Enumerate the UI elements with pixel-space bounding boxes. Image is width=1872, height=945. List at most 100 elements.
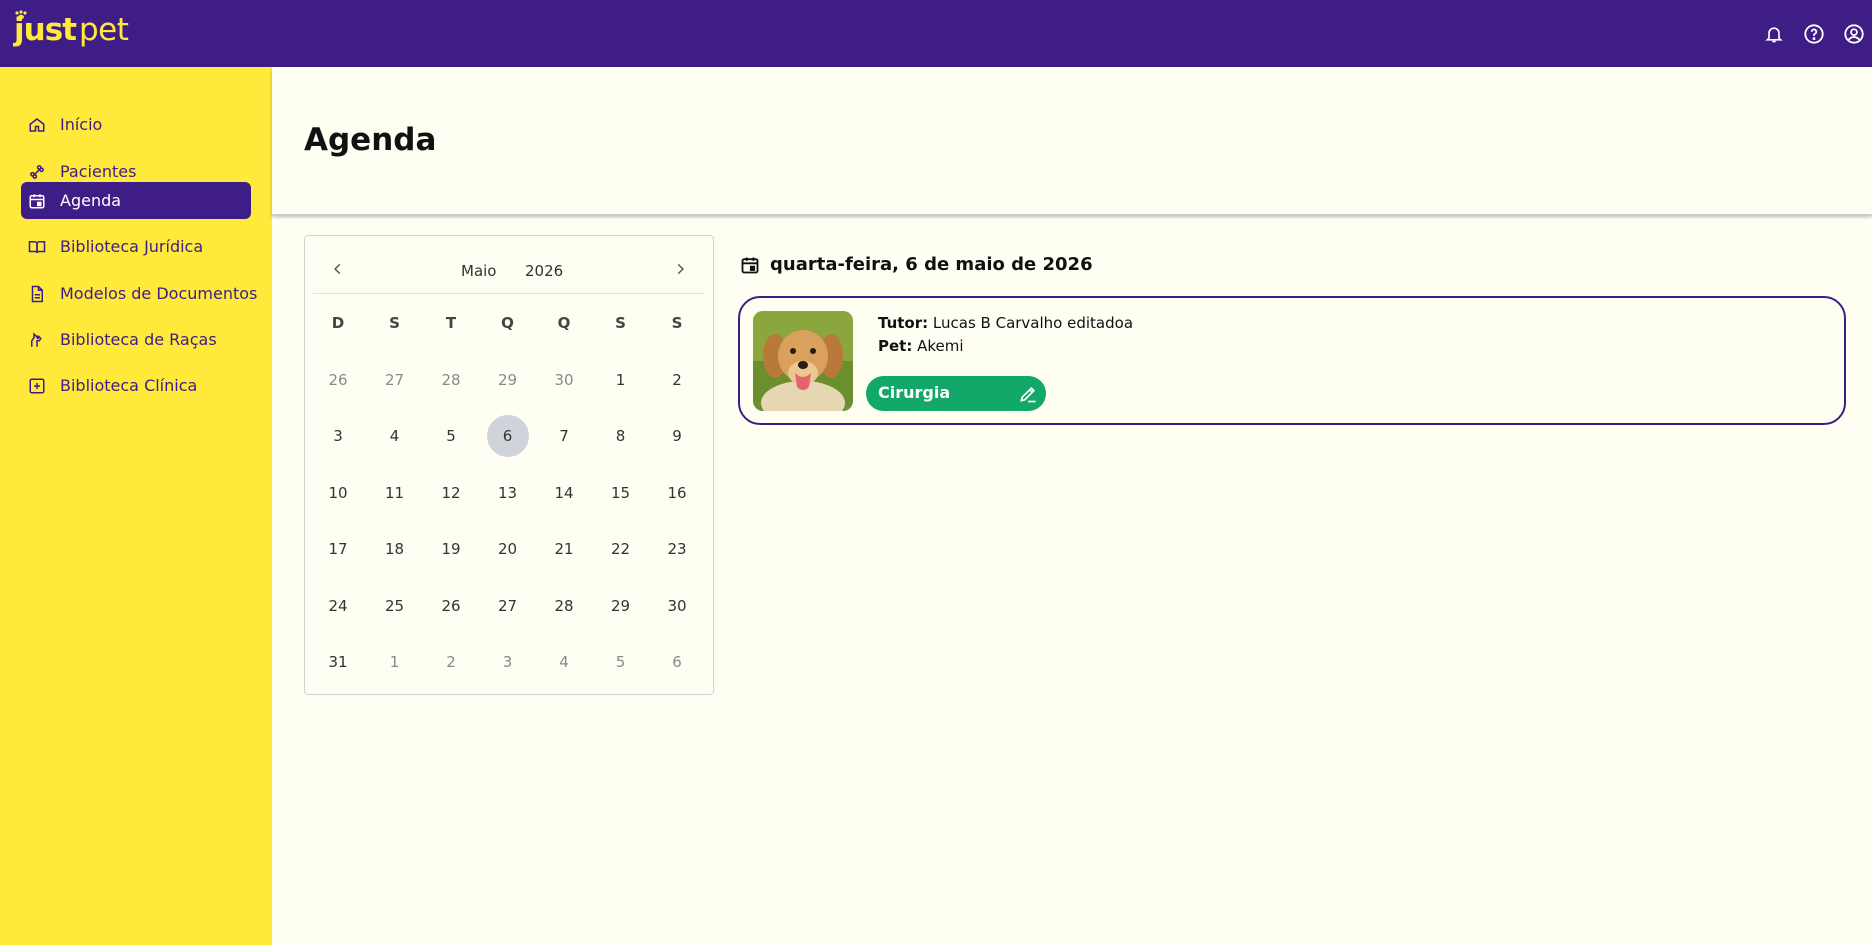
calendar-day[interactable]: 18 — [374, 528, 416, 570]
weekday-label: S — [389, 314, 400, 332]
calendar-day[interactable]: 5 — [600, 641, 642, 683]
calendar-day[interactable]: 1 — [374, 641, 416, 683]
calendar-day[interactable]: 29 — [600, 585, 642, 627]
calendar-day[interactable]: 6 — [656, 641, 698, 683]
selected-day-label: quarta-feira, 6 de maio de 2026 — [770, 254, 1093, 275]
help-icon[interactable] — [1802, 22, 1826, 46]
tutor-value: Lucas B Carvalho editadoa — [932, 314, 1134, 332]
calendar-day[interactable]: 29 — [487, 359, 529, 401]
chevron-right-icon — [677, 263, 684, 275]
calendar-month[interactable]: Maio — [461, 262, 496, 280]
calendar-day[interactable]: 3 — [487, 641, 529, 683]
selected-day-header: quarta-feira, 6 de maio de 2026 — [740, 254, 1093, 275]
calendar-day[interactable]: 7 — [543, 415, 585, 457]
appointment-type-tag[interactable]: Cirurgia — [866, 376, 1046, 411]
sidebar-item-label: Biblioteca de Raças — [60, 330, 217, 349]
calendar-prev-button[interactable] — [327, 258, 349, 280]
pet-value: Akemi — [917, 337, 964, 355]
calendar-day[interactable]: 22 — [600, 528, 642, 570]
weekday-label: Q — [557, 314, 571, 332]
calendar-day[interactable]: 4 — [374, 415, 416, 457]
sidebar-item-modelos-documentos[interactable]: Modelos de Documentos — [21, 275, 257, 312]
calendar-day[interactable]: 3 — [317, 415, 359, 457]
calendar-day[interactable]: 2 — [656, 359, 698, 401]
calendar-day[interactable]: 9 — [656, 415, 698, 457]
sidebar-item-label: Pacientes — [60, 162, 137, 181]
calendar-day[interactable]: 26 — [317, 359, 359, 401]
tutor-label: Tutor: — [878, 314, 929, 332]
calendar-icon — [741, 257, 759, 273]
sidebar-item-label: Modelos de Documentos — [60, 284, 258, 303]
sidebar-item-label: Início — [60, 115, 103, 134]
calendar-day[interactable]: 25 — [374, 585, 416, 627]
calendar-next-button[interactable] — [669, 258, 691, 280]
calendar-day[interactable]: 28 — [430, 359, 472, 401]
calendar-day[interactable]: 14 — [543, 472, 585, 514]
calendar-day[interactable]: 13 — [487, 472, 529, 514]
calendar-day[interactable]: 20 — [487, 528, 529, 570]
calendar-day[interactable]: 28 — [543, 585, 585, 627]
appointment-card[interactable]: Tutor: Lucas B Carvalho editadoa Pet: Ak… — [738, 296, 1846, 425]
calendar-day[interactable]: 27 — [374, 359, 416, 401]
calendar-day[interactable]: 17 — [317, 528, 359, 570]
calendar-year[interactable]: 2026 — [525, 262, 563, 280]
calendar-day[interactable]: 30 — [543, 359, 585, 401]
bone-icon — [30, 165, 44, 179]
paw-icon — [15, 10, 27, 20]
sidebar-item-biblioteca-racas[interactable]: Biblioteca de Raças — [21, 321, 251, 358]
sidebar-item-label: Agenda — [60, 191, 122, 210]
weekday-label: S — [615, 314, 626, 332]
calendar-day[interactable]: 19 — [430, 528, 472, 570]
edit-pencil-icon[interactable] — [1018, 384, 1038, 404]
page-header: Agenda — [272, 67, 1872, 215]
calendar-day[interactable]: 1 — [600, 359, 642, 401]
calendar-day[interactable]: 5 — [430, 415, 472, 457]
calendar-day[interactable]: 26 — [430, 585, 472, 627]
bell-icon[interactable] — [1762, 22, 1786, 46]
calendar-day-selected[interactable]: 6 — [486, 415, 529, 457]
weekday-label: D — [331, 314, 345, 332]
calendar-day[interactable]: 16 — [656, 472, 698, 514]
page-title: Agenda — [304, 122, 437, 158]
sidebar-item-biblioteca-clinica[interactable]: Biblioteca Clínica — [21, 367, 251, 404]
calendar-day[interactable]: 23 — [656, 528, 698, 570]
tutor-line: Tutor: Lucas B Carvalho editadoa — [878, 314, 1133, 332]
weekday-label: S — [671, 314, 683, 332]
calendar-day[interactable]: 10 — [317, 472, 359, 514]
calendar-day[interactable]: 15 — [600, 472, 642, 514]
calendar-day[interactable]: 31 — [317, 641, 359, 683]
weekday-label: T — [445, 314, 457, 332]
calendar-icon — [29, 194, 45, 209]
calendar-day[interactable]: 21 — [543, 528, 585, 570]
sidebar-item-agenda[interactable]: Agenda — [21, 182, 251, 219]
sidebar-item-label: Biblioteca Clínica — [60, 376, 198, 395]
pet-line: Pet: Akemi — [878, 337, 964, 355]
sidebar-item-biblioteca-juridica[interactable]: Biblioteca Jurídica — [21, 228, 251, 265]
document-icon — [31, 285, 43, 303]
calendar-day[interactable]: 24 — [317, 585, 359, 627]
calendar-day[interactable]: 11 — [374, 472, 416, 514]
pet-photo — [753, 311, 853, 411]
calendar-day[interactable]: 8 — [600, 415, 642, 457]
book-icon — [28, 241, 46, 254]
calendar-header: Maio 2026 — [313, 246, 705, 294]
dog-icon — [31, 332, 42, 347]
account-icon[interactable] — [1842, 22, 1866, 46]
medical-plus-icon — [29, 378, 45, 394]
calendar-widget: Maio 2026 D S T Q Q S S 26 27 28 29 30 1 2 3 4 5 6 7 8 9 10 11… — [304, 235, 714, 695]
sidebar-item-label: Biblioteca Jurídica — [60, 237, 204, 256]
calendar-day[interactable]: 27 — [487, 585, 529, 627]
home-icon — [29, 118, 45, 132]
calendar-day[interactable]: 30 — [656, 585, 698, 627]
calendar-day[interactable]: 4 — [543, 641, 585, 683]
sidebar-item-inicio[interactable]: Início — [21, 106, 251, 143]
top-bar: just pet — [0, 0, 1872, 67]
calendar-day[interactable]: 12 — [430, 472, 472, 514]
calendar-day[interactable]: 2 — [430, 641, 472, 683]
pet-label: Pet: — [878, 337, 913, 355]
sidebar: Início Pacientes Agenda Biblioteca Juríd… — [0, 67, 272, 945]
weekday-label: Q — [501, 314, 514, 332]
justpet-logo[interactable]: just pet — [14, 10, 129, 48]
tag-label: Cirurgia — [878, 383, 951, 402]
chevron-left-icon — [334, 263, 341, 275]
